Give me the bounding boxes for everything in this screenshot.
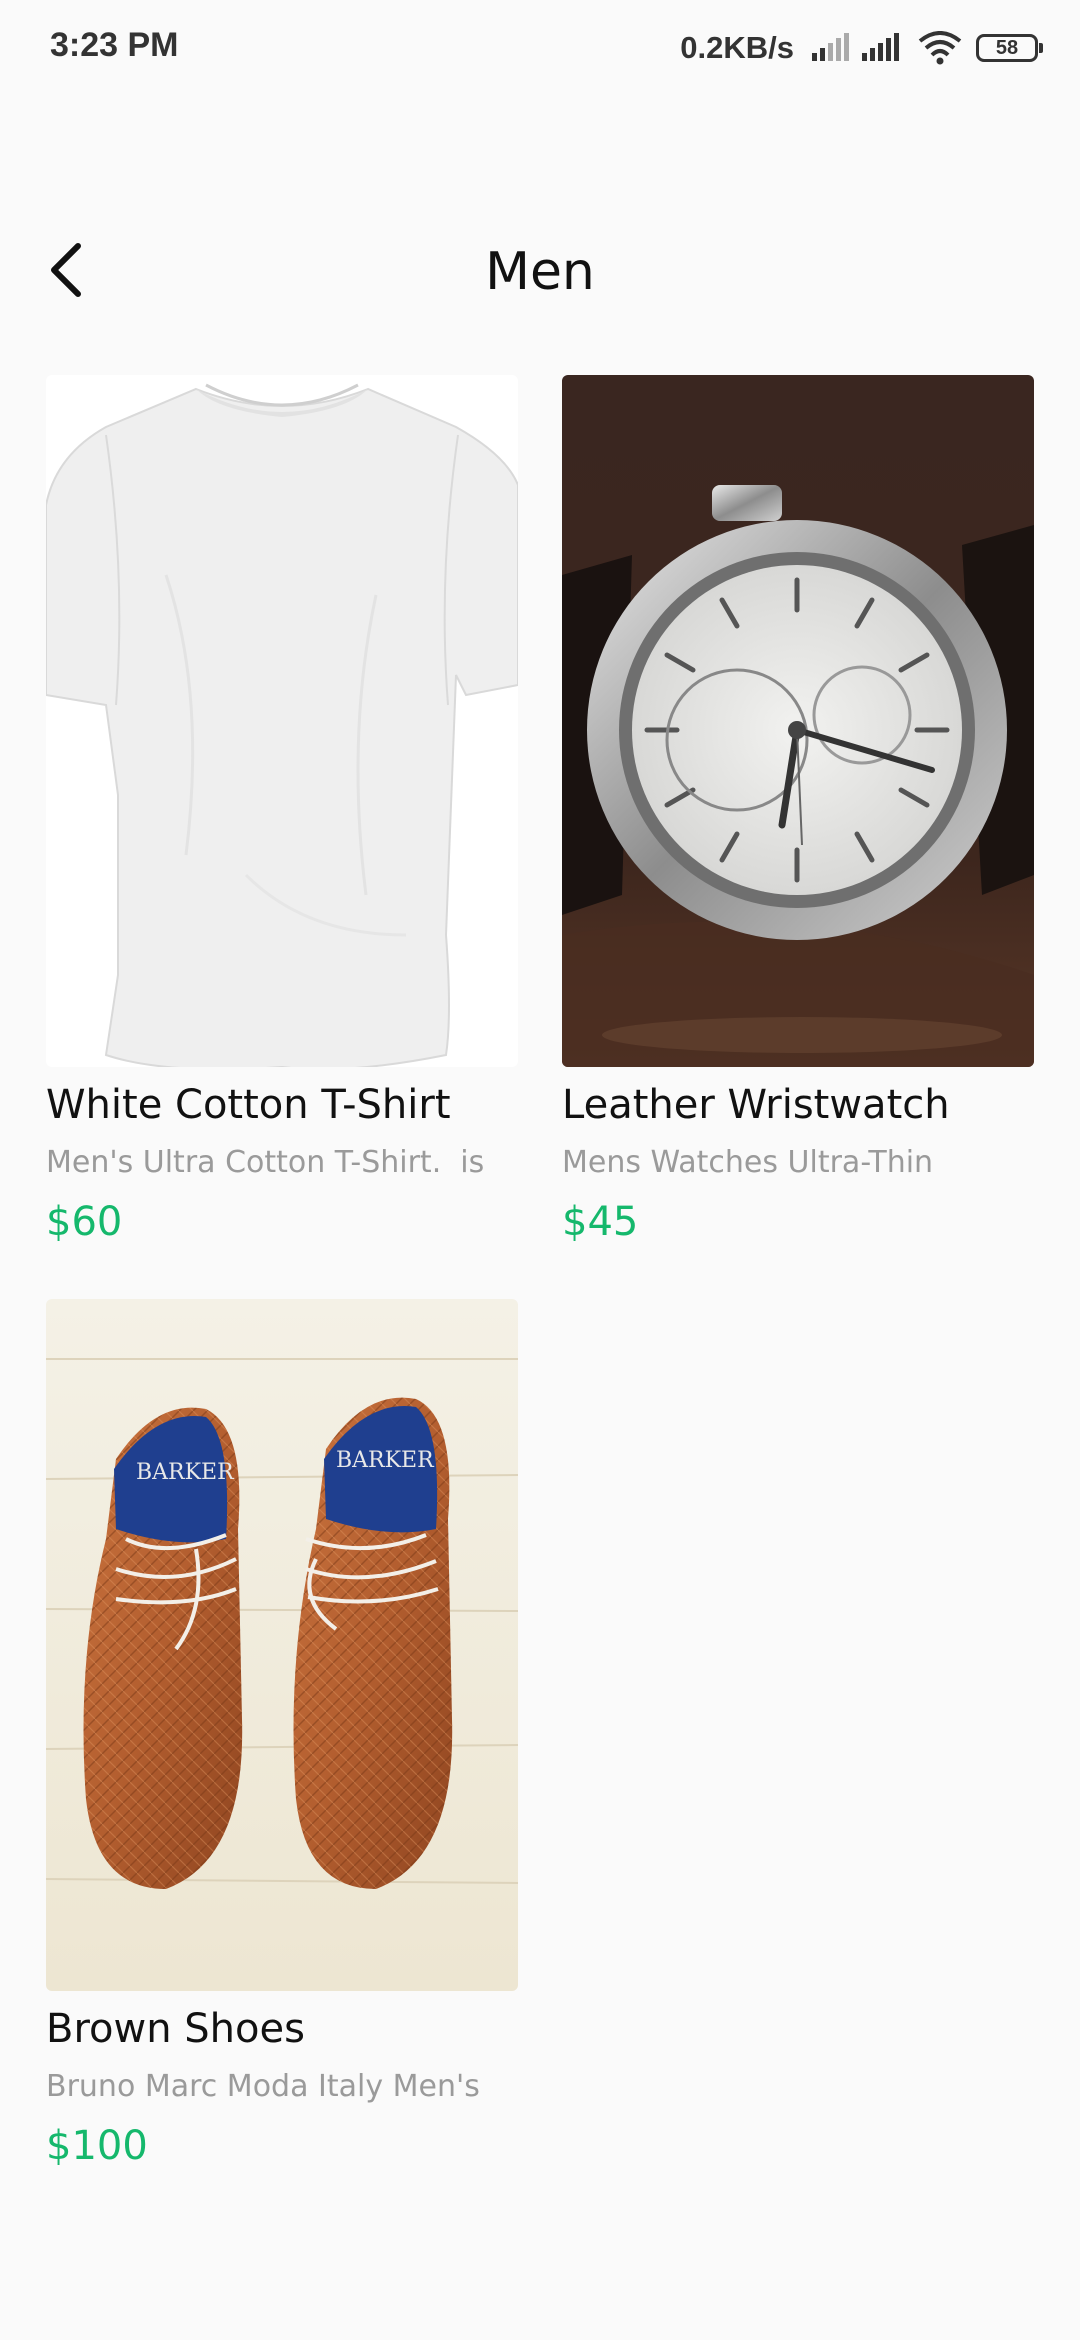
status-icons: 0.2KB/s 58 (680, 26, 1043, 70)
signal-icon (812, 33, 849, 61)
product-price: $60 (46, 1199, 123, 1245)
svg-text:BARKER: BARKER (336, 1448, 435, 1473)
app-header: Men (0, 220, 1080, 320)
battery-icon: 58 (976, 34, 1043, 62)
product-description: Bruno Marc Moda Italy Men's (46, 2069, 480, 2104)
status-bar: 3:23 PM 0.2KB/s 58 (0, 0, 1080, 96)
product-card[interactable]: White Cotton T-Shirt Men's Ultra Cotton … (46, 375, 518, 1247)
product-card[interactable]: BARKER BARKER Brown Shoes Bruno Marc Mod… (46, 1299, 518, 2171)
status-time: 3:23 PM (50, 26, 179, 64)
product-description: Mens Watches Ultra-Thin (562, 1145, 934, 1180)
svg-text:BARKER: BARKER (136, 1460, 235, 1485)
wristwatch-photo[interactable] (562, 375, 1034, 1067)
product-description: Men's Ultra Cotton T-Shirt. is (46, 1145, 485, 1180)
product-name: Leather Wristwatch (562, 1082, 950, 1128)
wifi-icon (918, 31, 962, 65)
product-price: $45 (562, 1199, 639, 1245)
network-speed: 0.2KB/s (680, 30, 794, 65)
battery-level: 58 (995, 36, 1019, 59)
product-name: White Cotton T-Shirt (46, 1082, 451, 1128)
product-card[interactable]: Leather Wristwatch Mens Watches Ultra-Th… (562, 375, 1034, 1247)
product-price: $100 (46, 2123, 148, 2169)
signal-icon (862, 33, 899, 61)
page-title: Men (485, 242, 595, 302)
product-name: Brown Shoes (46, 2006, 305, 2052)
white-tshirt-photo[interactable] (46, 375, 518, 1067)
brown-shoes-photo[interactable]: BARKER BARKER (46, 1299, 518, 1991)
